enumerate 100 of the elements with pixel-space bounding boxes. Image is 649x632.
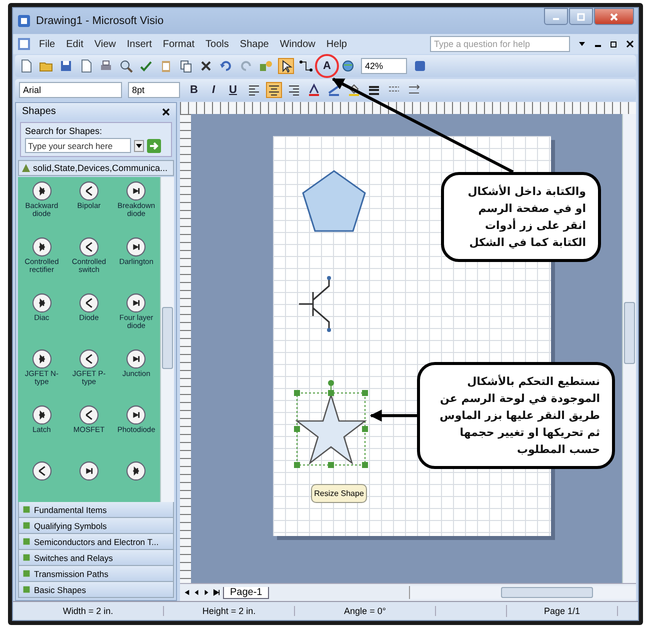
stencil-name: Transmission Paths [34, 568, 108, 578]
pointer-icon[interactable] [279, 59, 293, 73]
circuit-symbol-icon[interactable] [78, 405, 99, 425]
close-icon[interactable] [626, 40, 634, 48]
line-color-icon[interactable] [326, 83, 341, 97]
selected-star-shape[interactable] [293, 379, 369, 469]
spelling-icon[interactable] [139, 59, 153, 73]
fill-color-icon[interactable] [346, 83, 361, 97]
menu-item[interactable]: Edit [66, 38, 84, 50]
callout-text: والكتابة داخل الأشكال او في صفحة الرسم انقر على زر أدوات الكتابة كما في الشكل [441, 172, 601, 262]
menu-item[interactable]: Format [162, 38, 195, 50]
status-text: Height = 2 in. [164, 606, 295, 616]
menu-item[interactable]: View [94, 38, 116, 50]
clipboard-icon[interactable] [159, 59, 173, 73]
align-left-icon[interactable] [246, 83, 261, 97]
text-style-button[interactable]: I [208, 82, 220, 98]
pointer-arrow [370, 410, 417, 422]
minimize-button[interactable] [544, 8, 568, 25]
connector-icon[interactable] [299, 59, 313, 73]
line-weight-icon[interactable] [366, 83, 381, 97]
circuit-symbol-icon[interactable] [126, 293, 146, 313]
status-text: Width = 2 in. [13, 606, 164, 616]
font-box[interactable]: Arial [19, 82, 122, 98]
page-icon[interactable] [19, 59, 33, 73]
font-color-icon[interactable] [306, 83, 321, 97]
circuit-symbol-icon[interactable] [126, 405, 146, 425]
circuit-symbol-icon[interactable] [78, 293, 99, 313]
stencil-tab[interactable]: Basic Shapes [18, 582, 174, 598]
menu-item[interactable]: Window [280, 38, 316, 50]
shapes-icon[interactable] [259, 59, 273, 73]
menu-item[interactable]: File [39, 38, 56, 50]
printer-icon[interactable] [99, 59, 113, 73]
circuit-symbol-icon[interactable] [126, 461, 146, 481]
circuit-symbol-icon[interactable] [32, 349, 52, 369]
restore-icon[interactable] [610, 40, 618, 48]
stencil-tab[interactable]: Qualifying Symbols [18, 518, 174, 534]
document-icon [17, 37, 31, 51]
menu-item[interactable]: Help [326, 38, 347, 50]
stencil-tab[interactable]: Semiconductors and Electron T... [18, 534, 174, 550]
close-icon[interactable] [162, 108, 170, 116]
panel-title: Shapes [22, 106, 56, 117]
menu-item[interactable]: Insert [126, 38, 152, 50]
horizontal-scrollbar[interactable] [409, 586, 636, 599]
pentagon-shape[interactable] [301, 169, 367, 233]
delete-icon[interactable] [199, 59, 213, 73]
circuit-symbol-icon[interactable] [78, 181, 99, 201]
menu-item[interactable]: Tools [206, 38, 229, 50]
circuit-symbol-icon[interactable] [78, 237, 99, 257]
vertical-scrollbar[interactable] [622, 114, 636, 583]
stencil-tab[interactable]: Fundamental Items [18, 502, 174, 518]
align-center-icon[interactable] [266, 83, 281, 97]
minimize-icon [553, 18, 559, 20]
stencil-name: Switches and Relays [34, 552, 113, 562]
circuit-symbol-icon[interactable] [126, 349, 146, 369]
close-icon [609, 12, 619, 22]
align-right-icon[interactable] [286, 83, 301, 97]
zoom-box[interactable]: 42% [360, 58, 407, 74]
stencil-title-bar[interactable]: solid,State,Devices,Communica... [18, 160, 174, 176]
circuit-symbol-icon[interactable] [32, 405, 52, 425]
stencil-name: Qualifying Symbols [34, 520, 107, 530]
text-tool-button[interactable]: A [319, 58, 335, 74]
maximize-button[interactable] [569, 8, 593, 25]
last-page-icon[interactable] [213, 589, 220, 596]
vertical-scrollbar[interactable] [160, 177, 174, 502]
page-tab[interactable]: Page-1 [223, 586, 270, 598]
search-field[interactable]: Type your search here [25, 138, 131, 153]
search-label: Search for Shapes: [25, 126, 104, 136]
magnifier-icon[interactable] [119, 59, 133, 73]
page-icon[interactable] [79, 59, 93, 73]
stencil-name: Fundamental Items [34, 504, 107, 514]
stencil-icon [21, 163, 31, 173]
help-search-field[interactable]: Type a question for help [430, 36, 570, 52]
circuit-symbol-icon[interactable] [126, 181, 146, 201]
previous-page-icon[interactable] [193, 589, 200, 596]
dropdown-arrow-icon[interactable] [578, 40, 586, 48]
window-title: Drawing1 - Microsoft Visio [36, 15, 165, 27]
next-page-icon[interactable] [203, 589, 210, 596]
dropdown-button[interactable] [134, 140, 144, 152]
stencil-tab[interactable]: Transmission Paths [18, 566, 174, 582]
stencil-name: Semiconductors and Electron T... [34, 536, 159, 546]
circuit-symbol-icon[interactable] [32, 181, 52, 201]
stencil-title: solid,State,Devices,Communica... [33, 163, 168, 173]
circuit-symbol-icon[interactable] [32, 293, 52, 313]
close-button[interactable] [594, 8, 634, 25]
text-style-button[interactable]: B [186, 82, 202, 98]
font-size-box[interactable]: 8pt [128, 82, 180, 98]
circuit-symbol-icon[interactable] [126, 237, 146, 257]
stencil-tab[interactable]: Switches and Relays [18, 550, 174, 566]
circuit-symbol-icon[interactable] [78, 349, 99, 369]
stencil-name: Basic Shapes [34, 584, 86, 594]
circuit-symbol-icon[interactable] [32, 461, 52, 481]
callout-text: نستطيع التحكم بالأشكال الموجودة في لوحة الرسم عن طريق النقر عليها بزر الماوس ثم تحريكها او تغيير حجمها حسب المطلوب [417, 362, 615, 470]
undo-icon[interactable] [219, 59, 233, 73]
circuit-symbol-icon[interactable] [32, 237, 52, 257]
menu-item[interactable]: Shape [240, 38, 269, 50]
globe-icon[interactable] [340, 59, 355, 73]
circuit-symbol-icon[interactable] [78, 461, 99, 481]
first-page-icon[interactable] [183, 589, 190, 596]
text-style-button[interactable]: U [225, 82, 241, 98]
copy-icon[interactable] [179, 59, 193, 73]
